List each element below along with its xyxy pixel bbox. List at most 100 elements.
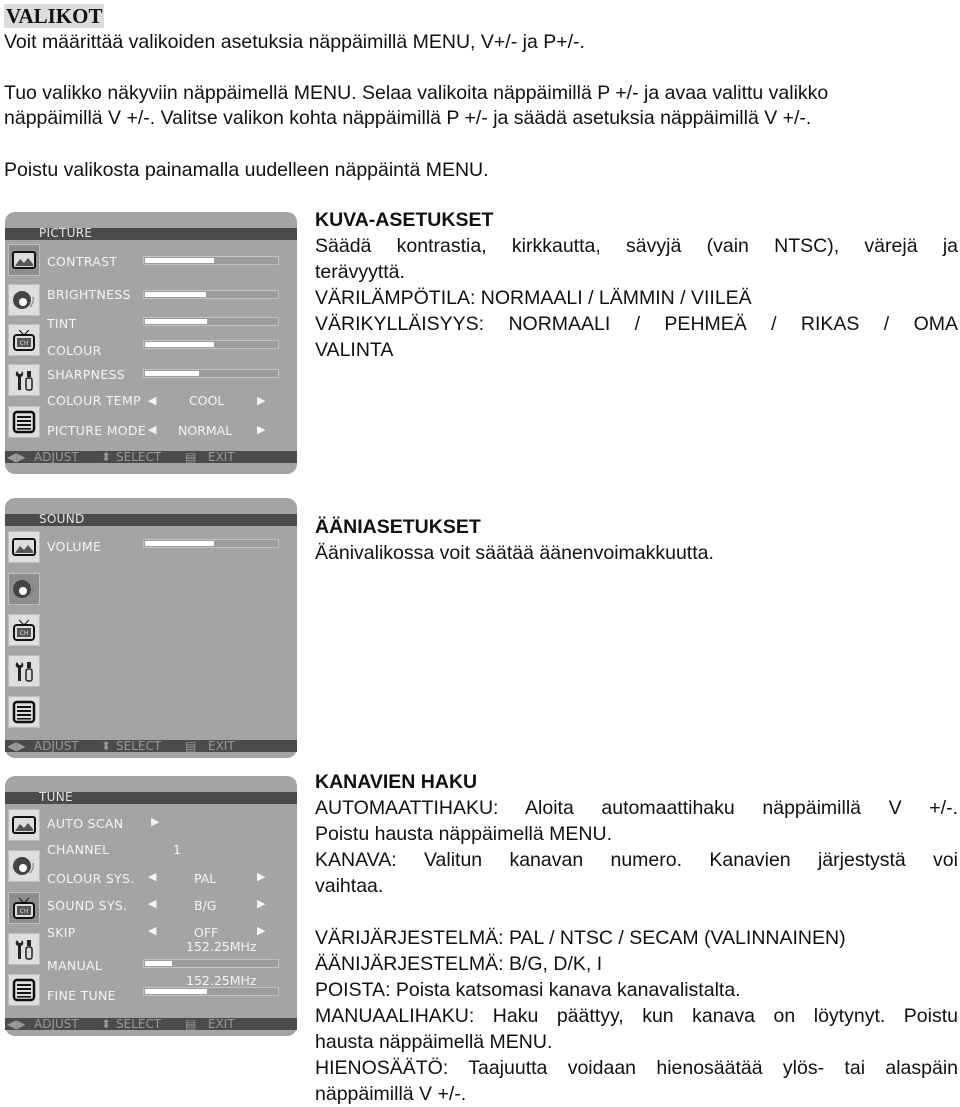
arrow-left-icon[interactable]: ◀: [148, 897, 156, 910]
tab-picture[interactable]: [8, 809, 40, 841]
tab-channel[interactable]: CH: [8, 614, 40, 646]
description-line: POISTA: Poista katsomasi kanava kanavali…: [315, 979, 741, 1001]
slider-fill: [145, 258, 215, 263]
tab-menu[interactable]: [8, 406, 40, 438]
footer-exit: EXIT: [208, 739, 235, 753]
picture-menu-osd: PICTURE CH CONTRAST BRIGHTNESS TINT COLO…: [5, 212, 297, 474]
tab-channel[interactable]: CH: [8, 892, 40, 924]
tune-menu-osd: TUNE CH AUTO SCAN ▶ CHANNEL 1 COLOUR SYS…: [5, 776, 297, 1036]
sound-icon: [13, 857, 34, 875]
description-line: HIENOSÄÄTÖ: Taajuutta voidaan hienosäätä…: [315, 1057, 958, 1079]
skip-value: OFF: [194, 925, 219, 940]
tab-menu[interactable]: [8, 974, 40, 1006]
colour-slider[interactable]: [143, 340, 279, 349]
tint-slider[interactable]: [143, 317, 279, 326]
volume-slider[interactable]: [143, 539, 279, 548]
footer-select: SELECT: [116, 450, 162, 464]
menu-list-icon: [12, 978, 36, 1002]
slider-fill: [145, 989, 208, 994]
tab-sound[interactable]: [8, 284, 40, 316]
tab-sound[interactable]: [8, 573, 40, 605]
description-line: vaihtaa.: [315, 875, 384, 897]
sound-menu-osd: SOUND CH VOLUME ◀▶ ADJUST ⬍ SELECT ▤ EXI…: [5, 498, 297, 758]
menu-item-colour-label: COLOUR: [47, 343, 102, 358]
menu-title: TUNE: [39, 790, 73, 804]
picture-icon: [12, 816, 36, 834]
svg-text:CH: CH: [20, 908, 29, 915]
menu-title: SOUND: [39, 512, 85, 526]
menu-item-sound-sys-label: SOUND SYS.: [47, 898, 128, 913]
menu-title-bar: SOUND: [5, 512, 297, 526]
menu-item-contrast-label: CONTRAST: [47, 254, 118, 269]
slider-fill: [145, 292, 206, 297]
menu-button-icon: ▤: [185, 739, 197, 753]
select-updown-icon: ⬍: [101, 739, 112, 753]
picture-description: KUVA-ASETUKSET Säädä kontrastia, kirkkau…: [315, 207, 958, 363]
brightness-slider[interactable]: [143, 290, 279, 299]
menu-item-colour-sys-label: COLOUR SYS.: [47, 871, 135, 886]
menu-button-icon: ▤: [185, 1017, 197, 1031]
description-line: ÄÄNIJÄRJESTELMÄ: B/G, D/K, I: [315, 953, 603, 975]
footer-select: SELECT: [116, 739, 162, 753]
section-title: VALIKOT: [4, 4, 105, 28]
menu-title-bar: PICTURE: [5, 226, 297, 240]
description-line: näppäimillä V +/-.: [315, 1083, 467, 1105]
channel-tv-icon: CH: [13, 897, 35, 919]
menu-footer: ◀▶ ADJUST ⬍ SELECT ▤ EXIT: [5, 1017, 297, 1031]
tab-picture[interactable]: [8, 531, 40, 563]
footer-exit: EXIT: [208, 450, 235, 464]
slider-fill: [145, 541, 215, 546]
slider-fill: [145, 342, 215, 347]
adjust-arrows-icon: ◀▶: [7, 450, 26, 464]
manual-slider[interactable]: [143, 959, 279, 968]
description-line: terävyyttä.: [315, 261, 405, 283]
slider-fill: [145, 961, 173, 966]
contrast-slider[interactable]: [143, 256, 279, 265]
arrow-right-icon[interactable]: ▶: [257, 423, 265, 436]
menu-list-icon: [12, 700, 36, 724]
menu-item-manual-label: MANUAL: [47, 958, 103, 973]
menu-footer: ◀▶ ADJUST ⬍ SELECT ▤ EXIT: [5, 739, 297, 753]
menu-item-skip-label: SKIP: [47, 925, 76, 940]
arrow-left-icon[interactable]: ◀: [148, 394, 156, 407]
sharpness-slider[interactable]: [143, 369, 279, 378]
sound-sys-value: B/G: [194, 898, 217, 913]
slider-fill: [145, 319, 208, 324]
menu-title: PICTURE: [39, 226, 93, 240]
arrow-left-icon[interactable]: ◀: [148, 870, 156, 883]
tab-menu[interactable]: [8, 696, 40, 728]
tab-picture[interactable]: [8, 244, 40, 276]
tune-description-title: KANAVIEN HAKU: [315, 771, 478, 793]
arrow-left-icon[interactable]: ◀: [148, 423, 156, 436]
description-line: hausta näppäimellä MENU.: [315, 1031, 553, 1053]
tab-channel[interactable]: CH: [8, 324, 40, 356]
manual-frequency: 152.25MHz: [186, 939, 257, 954]
arrow-right-icon[interactable]: ▶: [257, 924, 265, 937]
tools-icon: [15, 940, 33, 960]
footer-adjust: ADJUST: [34, 1017, 79, 1031]
picture-mode-value: NORMAL: [178, 423, 233, 438]
arrow-right-icon[interactable]: ▶: [151, 815, 159, 828]
svg-text:CH: CH: [20, 630, 29, 637]
colour-sys-value: PAL: [194, 871, 217, 886]
menu-footer: ◀▶ ADJUST ⬍ SELECT ▤ EXIT: [5, 450, 297, 464]
fine-tune-frequency: 152.25MHz: [186, 973, 257, 988]
description-line: VÄRIKYLLÄISYYS: NORMAALI / PEHMEÄ / RIKA…: [315, 313, 958, 335]
tab-tools[interactable]: [8, 364, 40, 396]
adjust-arrows-icon: ◀▶: [7, 1017, 26, 1031]
arrow-right-icon[interactable]: ▶: [257, 870, 265, 883]
arrow-right-icon[interactable]: ▶: [257, 394, 265, 407]
fine-tune-slider[interactable]: [143, 987, 279, 996]
channel-tv-icon: CH: [13, 619, 35, 641]
arrow-left-icon[interactable]: ◀: [148, 924, 156, 937]
tab-sound[interactable]: [8, 850, 40, 882]
description-line: VÄRILÄMPÖTILA: NORMAALI / LÄMMIN / VIILE…: [315, 287, 752, 309]
tools-icon: [15, 371, 33, 391]
arrow-right-icon[interactable]: ▶: [257, 897, 265, 910]
channel-tv-icon: CH: [13, 329, 35, 351]
tab-tools[interactable]: [8, 655, 40, 687]
description-line: AUTOMAATTIHAKU: Aloita automaattihaku nä…: [315, 797, 958, 819]
tab-tools[interactable]: [8, 933, 40, 965]
footer-select: SELECT: [116, 1017, 162, 1031]
